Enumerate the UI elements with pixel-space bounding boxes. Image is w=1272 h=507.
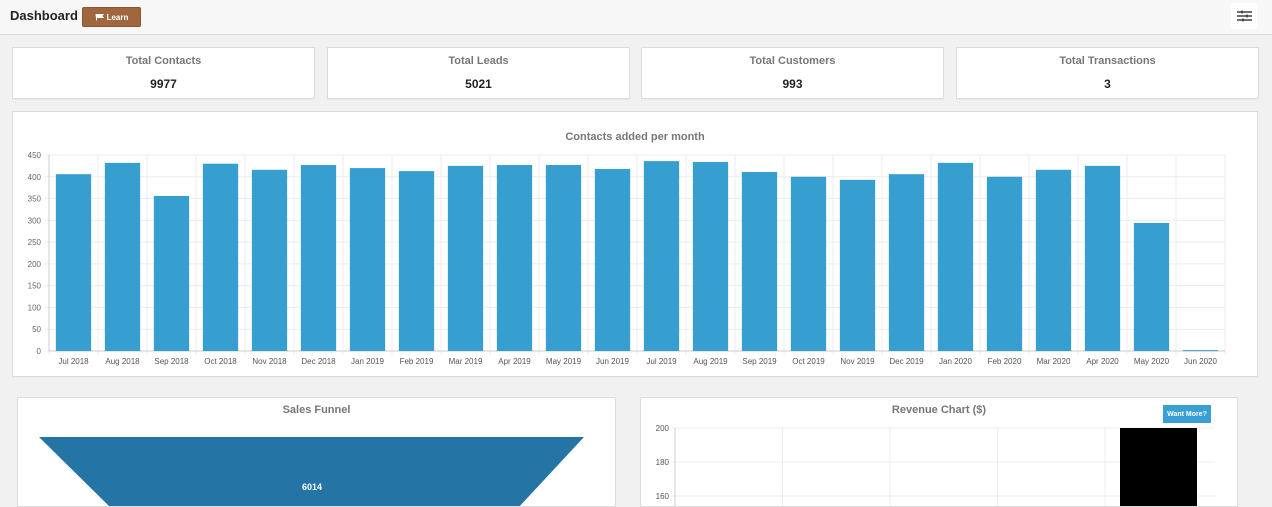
- top-bar: Dashboard Learn: [0, 0, 1272, 35]
- bar[interactable]: [692, 161, 729, 351]
- y-tick-label: 400: [28, 173, 42, 182]
- sales-funnel-chart: 6014: [39, 437, 584, 507]
- sliders-icon: [1236, 10, 1252, 22]
- learn-button-label: Learn: [106, 12, 129, 22]
- stat-value: 5021: [465, 77, 492, 91]
- bar[interactable]: [104, 162, 141, 351]
- revenue-chart-card: Revenue Chart ($) Want More? 200 180 160: [640, 397, 1238, 507]
- x-tick-label: Aug 2019: [693, 357, 728, 366]
- bar[interactable]: [643, 161, 680, 351]
- stat-card-total-leads: Total Leads 5021: [327, 47, 630, 99]
- stat-card-total-contacts: Total Contacts 9977: [12, 47, 315, 99]
- bar[interactable]: [447, 165, 484, 351]
- flag-icon: [95, 13, 104, 20]
- x-tick-label: Feb 2019: [400, 357, 434, 366]
- bar[interactable]: [545, 165, 582, 351]
- y-tick-label: 450: [28, 151, 42, 160]
- y-tick-label: 300: [28, 216, 42, 225]
- x-tick-label: Apr 2019: [498, 357, 531, 366]
- learn-button[interactable]: Learn: [82, 7, 141, 27]
- bar[interactable]: [496, 165, 533, 351]
- x-tick-label: Apr 2020: [1086, 357, 1119, 366]
- x-tick-label: Mar 2019: [449, 357, 483, 366]
- bar[interactable]: [986, 176, 1023, 351]
- bar[interactable]: [937, 162, 974, 351]
- x-tick-label: Nov 2018: [252, 357, 287, 366]
- x-tick-label: Aug 2018: [105, 357, 140, 366]
- stat-card-total-transactions: Total Transactions 3: [956, 47, 1259, 99]
- y-tick-label: 0: [37, 347, 42, 356]
- x-tick-label: Dec 2018: [301, 357, 336, 366]
- y-tick-label: 150: [28, 282, 42, 291]
- stat-label: Total Transactions: [1059, 55, 1156, 67]
- x-tick-label: Sep 2018: [154, 357, 189, 366]
- y-tick-label: 100: [28, 303, 42, 312]
- y-tick-label: 50: [32, 325, 41, 334]
- bar[interactable]: [153, 195, 190, 351]
- stat-value: 9977: [150, 77, 177, 91]
- sales-funnel-card: Sales Funnel 6014: [17, 397, 616, 507]
- bar[interactable]: [251, 169, 288, 351]
- stat-value: 993: [782, 77, 803, 91]
- contacts-bar-chart: 0 50 100 150 200 250 300 350 400 450 Jul 2018 Aug 2…: [28, 151, 1226, 366]
- revenue-bar-chart: 200180160: [656, 424, 1215, 507]
- funnel-stage-label: 6014: [302, 482, 322, 492]
- x-tick-label: Jun 2020: [1184, 357, 1217, 366]
- x-tick-label: Oct 2019: [792, 357, 825, 366]
- stat-label: Total Contacts: [125, 55, 202, 67]
- stat-card-total-customers: Total Customers 993: [641, 47, 944, 99]
- bar[interactable]: [839, 179, 876, 351]
- bar[interactable]: [300, 165, 337, 351]
- bar[interactable]: [349, 168, 386, 351]
- x-tick-label: Oct 2018: [204, 357, 237, 366]
- x-tick-label: Jan 2019: [351, 357, 384, 366]
- bar[interactable]: [741, 171, 778, 351]
- funnel-stage[interactable]: [39, 437, 584, 507]
- x-tick-label: May 2020: [1134, 357, 1170, 366]
- revenue-bar[interactable]: [1120, 428, 1197, 507]
- page-title: Dashboard: [10, 8, 78, 23]
- bar[interactable]: [790, 176, 827, 351]
- contacts-chart-card: Contacts added per month 0 50 100 150 200 250…: [12, 111, 1258, 377]
- bar[interactable]: [1133, 222, 1170, 351]
- x-tick-label: Feb 2020: [988, 357, 1022, 366]
- y-tick-label: 250: [28, 238, 42, 247]
- x-tick-label: Sep 2019: [742, 357, 777, 366]
- bar[interactable]: [1035, 169, 1072, 351]
- x-tick-label: Dec 2019: [889, 357, 924, 366]
- x-tick-label: Jun 2019: [596, 357, 629, 366]
- bar[interactable]: [202, 163, 239, 351]
- y-tick-label: 180: [656, 458, 670, 467]
- y-tick-label: 200: [656, 424, 670, 433]
- x-tick-label: Mar 2020: [1037, 357, 1071, 366]
- stat-label: Total Leads: [448, 55, 509, 67]
- stat-label: Total Customers: [749, 55, 836, 67]
- bar[interactable]: [398, 171, 435, 351]
- stat-value: 3: [1104, 77, 1111, 91]
- bar[interactable]: [888, 174, 925, 351]
- y-tick-label: 350: [28, 195, 42, 204]
- y-tick-label: 200: [28, 260, 42, 269]
- bar[interactable]: [594, 168, 631, 351]
- x-tick-label: Jul 2019: [646, 357, 677, 366]
- bar[interactable]: [1084, 165, 1121, 351]
- x-tick-label: Nov 2019: [840, 357, 875, 366]
- bar[interactable]: [1182, 350, 1219, 352]
- settings-menu-button[interactable]: [1231, 3, 1257, 29]
- x-tick-label: Jul 2018: [58, 357, 89, 366]
- x-tick-label: Jan 2020: [939, 357, 972, 366]
- bar[interactable]: [55, 174, 92, 351]
- x-tick-label: May 2019: [546, 357, 582, 366]
